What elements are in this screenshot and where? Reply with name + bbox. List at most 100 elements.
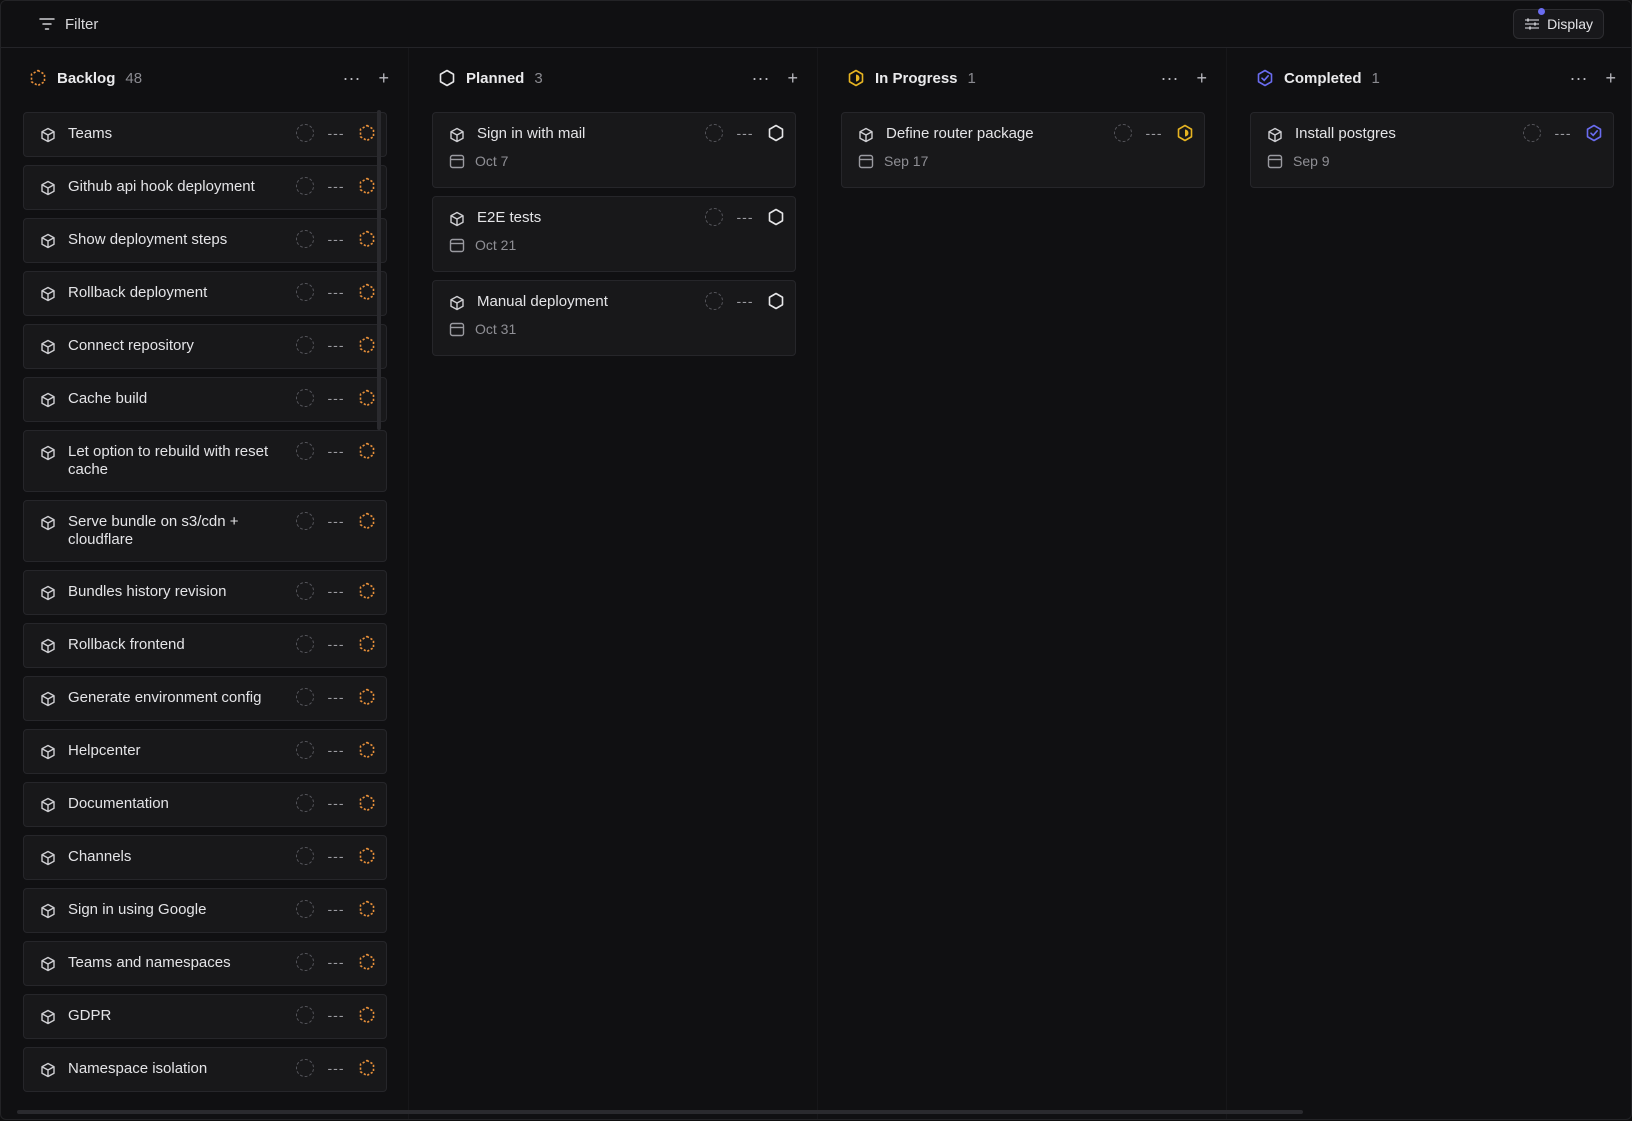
assignee-placeholder-icon[interactable] <box>296 847 314 865</box>
priority-icon[interactable]: --- <box>326 848 346 864</box>
issue-card[interactable]: Teams --- <box>23 112 387 157</box>
issue-card[interactable]: Manual deployment --- Oct 31 <box>432 280 796 356</box>
add-issue-icon[interactable]: + <box>378 69 389 87</box>
issue-card[interactable]: Generate environment config --- <box>23 676 387 721</box>
display-button[interactable]: Display <box>1513 8 1604 39</box>
issue-card[interactable]: GDPR --- <box>23 994 387 1039</box>
issue-card[interactable]: Install postgres --- Sep 9 <box>1250 112 1614 188</box>
issue-card[interactable]: Rollback deployment --- <box>23 271 387 316</box>
backlog-dashed-hexagon-icon[interactable] <box>358 177 376 195</box>
backlog-dashed-hexagon-icon[interactable] <box>358 389 376 407</box>
assignee-placeholder-icon[interactable] <box>296 389 314 407</box>
issue-card[interactable]: E2E tests --- Oct 21 <box>432 196 796 272</box>
priority-icon[interactable]: --- <box>735 293 755 309</box>
assignee-placeholder-icon[interactable] <box>296 794 314 812</box>
planned-hexagon-icon[interactable] <box>767 208 785 226</box>
priority-icon[interactable]: --- <box>326 689 346 705</box>
priority-icon[interactable]: --- <box>326 231 346 247</box>
assignee-placeholder-icon[interactable] <box>296 283 314 301</box>
assignee-placeholder-icon[interactable] <box>296 124 314 142</box>
horizontal-scrollbar[interactable] <box>17 1110 1303 1114</box>
planned-hexagon-icon[interactable] <box>767 124 785 142</box>
issue-card[interactable]: Teams and namespaces --- <box>23 941 387 986</box>
priority-icon[interactable]: --- <box>326 742 346 758</box>
assignee-placeholder-icon[interactable] <box>296 177 314 195</box>
assignee-placeholder-icon[interactable] <box>296 512 314 530</box>
backlog-dashed-hexagon-icon[interactable] <box>358 900 376 918</box>
issue-card[interactable]: Let option to rebuild with reset cache --… <box>23 430 387 492</box>
assignee-placeholder-icon[interactable] <box>1114 124 1132 142</box>
more-options-icon[interactable]: ··· <box>343 69 361 87</box>
priority-icon[interactable]: --- <box>326 636 346 652</box>
backlog-dashed-hexagon-icon[interactable] <box>358 512 376 530</box>
more-options-icon[interactable]: ··· <box>1161 69 1179 87</box>
backlog-dashed-hexagon-icon[interactable] <box>358 1059 376 1077</box>
issue-card[interactable]: Sign in with mail --- Oct 7 <box>432 112 796 188</box>
issue-card[interactable]: Connect repository --- <box>23 324 387 369</box>
completed-check-hexagon-icon[interactable] <box>1585 124 1603 142</box>
assignee-placeholder-icon[interactable] <box>296 582 314 600</box>
add-issue-icon[interactable]: + <box>1196 69 1207 87</box>
priority-icon[interactable]: --- <box>326 795 346 811</box>
priority-icon[interactable]: --- <box>1144 125 1164 141</box>
priority-icon[interactable]: --- <box>1553 125 1573 141</box>
assignee-placeholder-icon[interactable] <box>296 1006 314 1024</box>
priority-icon[interactable]: --- <box>326 901 346 917</box>
backlog-dashed-hexagon-icon[interactable] <box>358 582 376 600</box>
priority-icon[interactable]: --- <box>326 1007 346 1023</box>
assignee-placeholder-icon[interactable] <box>296 336 314 354</box>
issue-card[interactable]: Define router package --- Sep 17 <box>841 112 1205 188</box>
priority-icon[interactable]: --- <box>326 284 346 300</box>
issue-card[interactable]: Sign in using Google --- <box>23 888 387 933</box>
priority-icon[interactable]: --- <box>326 1060 346 1076</box>
backlog-dashed-hexagon-icon[interactable] <box>358 1006 376 1024</box>
backlog-dashed-hexagon-icon[interactable] <box>358 230 376 248</box>
backlog-dashed-hexagon-icon[interactable] <box>358 124 376 142</box>
issue-card[interactable]: Documentation --- <box>23 782 387 827</box>
priority-icon[interactable]: --- <box>735 209 755 225</box>
backlog-dashed-hexagon-icon[interactable] <box>358 283 376 301</box>
issue-card[interactable]: Channels --- <box>23 835 387 880</box>
backlog-dashed-hexagon-icon[interactable] <box>358 688 376 706</box>
backlog-dashed-hexagon-icon[interactable] <box>358 442 376 460</box>
issue-card[interactable]: Github api hook deployment --- <box>23 165 387 210</box>
priority-icon[interactable]: --- <box>735 125 755 141</box>
priority-icon[interactable]: --- <box>326 954 346 970</box>
assignee-placeholder-icon[interactable] <box>296 230 314 248</box>
assignee-placeholder-icon[interactable] <box>296 900 314 918</box>
backlog-dashed-hexagon-icon[interactable] <box>358 794 376 812</box>
priority-icon[interactable]: --- <box>326 337 346 353</box>
assignee-placeholder-icon[interactable] <box>1523 124 1541 142</box>
assignee-placeholder-icon[interactable] <box>296 442 314 460</box>
vertical-scrollbar[interactable] <box>377 110 381 430</box>
add-issue-icon[interactable]: + <box>1605 69 1616 87</box>
planned-hexagon-icon[interactable] <box>767 292 785 310</box>
assignee-placeholder-icon[interactable] <box>705 292 723 310</box>
assignee-placeholder-icon[interactable] <box>705 124 723 142</box>
priority-icon[interactable]: --- <box>326 390 346 406</box>
filter-button[interactable]: Filter <box>39 16 98 33</box>
issue-card[interactable]: Rollback frontend --- <box>23 623 387 668</box>
assignee-placeholder-icon[interactable] <box>296 741 314 759</box>
assignee-placeholder-icon[interactable] <box>296 1059 314 1077</box>
issue-card[interactable]: Namespace isolation --- <box>23 1047 387 1092</box>
priority-icon[interactable]: --- <box>326 513 346 529</box>
priority-icon[interactable]: --- <box>326 178 346 194</box>
more-options-icon[interactable]: ··· <box>1570 69 1588 87</box>
add-issue-icon[interactable]: + <box>787 69 798 87</box>
backlog-dashed-hexagon-icon[interactable] <box>358 336 376 354</box>
backlog-dashed-hexagon-icon[interactable] <box>358 847 376 865</box>
priority-icon[interactable]: --- <box>326 443 346 459</box>
issue-card[interactable]: Helpcenter --- <box>23 729 387 774</box>
issue-card[interactable]: Bundles history revision --- <box>23 570 387 615</box>
priority-icon[interactable]: --- <box>326 125 346 141</box>
assignee-placeholder-icon[interactable] <box>705 208 723 226</box>
issue-card[interactable]: Cache build --- <box>23 377 387 422</box>
more-options-icon[interactable]: ··· <box>752 69 770 87</box>
assignee-placeholder-icon[interactable] <box>296 688 314 706</box>
assignee-placeholder-icon[interactable] <box>296 635 314 653</box>
in-progress-hexagon-icon[interactable] <box>1176 124 1194 142</box>
backlog-dashed-hexagon-icon[interactable] <box>358 953 376 971</box>
priority-icon[interactable]: --- <box>326 583 346 599</box>
assignee-placeholder-icon[interactable] <box>296 953 314 971</box>
